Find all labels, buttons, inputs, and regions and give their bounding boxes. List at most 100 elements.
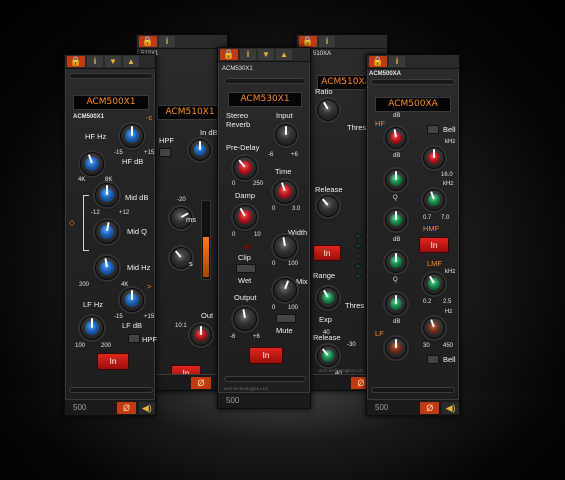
bottom-handle[interactable] [371,387,455,393]
save-icon[interactable]: ▼ [258,49,274,60]
in-button[interactable]: In [249,347,283,364]
hmf-freq-knob[interactable] [423,189,445,211]
preset-display[interactable]: ACM530X1 [228,92,302,107]
bottom-handle[interactable] [69,387,153,393]
width-knob[interactable] [273,235,297,259]
phase-icon[interactable]: Ø [191,376,211,389]
value-25: 2.5 [443,299,452,305]
output-label: Output [234,293,257,302]
gr-led-3 [355,253,361,259]
q-label: Q [393,195,398,201]
info-icon[interactable]: i [319,36,335,47]
lock-icon[interactable]: 🔒 [220,49,238,60]
toolbar: 🔒 i [137,35,227,49]
bell-label-2: Bell [443,355,456,364]
hf-hz-knob[interactable] [80,152,104,176]
mid-db-knob[interactable] [95,183,119,207]
info-icon[interactable]: i [87,56,103,67]
mid-hz-knob[interactable] [95,256,119,280]
mid-db-max: +12 [119,210,130,216]
lock-icon[interactable]: 🔒 [299,36,317,47]
hz-label: Hz [445,309,453,315]
speaker-icon[interactable]: ◀) [138,401,155,414]
input-knob[interactable] [275,124,297,146]
toolbar: 🔒 i ▼ ▲ [218,48,310,62]
output-max: +6 [253,334,260,340]
value-07: 0.7 [423,215,432,221]
speaker-icon[interactable]: ◀) [442,401,459,414]
release-knob[interactable] [317,195,339,217]
preset-display[interactable]: ACM500XA [375,97,451,112]
lf-hz-min: 100 [75,343,86,349]
time-knob[interactable] [273,180,297,204]
preset-display[interactable]: ACM510X1 [157,105,223,120]
output-knob[interactable] [190,324,212,346]
out-label: Out [201,311,214,320]
input-min: -6 [268,152,274,158]
lf-freq-knob[interactable] [423,317,445,339]
lmf-freq-knob[interactable] [423,273,445,295]
lf-bell-switch[interactable] [427,355,439,364]
hpf-switch[interactable] [128,334,140,343]
hmf-gain-knob[interactable] [385,169,407,191]
in-button[interactable]: In [419,237,449,253]
lock-icon[interactable]: 🔒 [139,36,157,47]
damp-max: 10 [254,232,261,238]
toolbar: 🔒 i [367,55,459,69]
hmf-q-knob[interactable] [385,209,407,231]
mid-q-knob[interactable] [95,220,119,244]
lmf-q-knob[interactable] [385,293,407,315]
hf-bell-switch[interactable] [427,125,439,134]
save-icon[interactable]: ▼ [105,56,121,67]
lf-hz-knob[interactable] [80,316,104,340]
release-label: Release [315,185,343,194]
width-max: 100 [288,261,299,267]
hf-freq-knob[interactable] [423,147,445,169]
hf-gain-knob[interactable] [385,127,407,149]
info-icon[interactable]: i [240,49,256,60]
phase-icon[interactable]: Ø [117,401,136,414]
wet-switch[interactable] [236,264,256,273]
hf-db-knob[interactable] [120,124,144,148]
title-line2: Reverb [226,120,251,129]
predelay-knob[interactable] [233,156,257,180]
predelay-max: 250 [253,181,264,187]
damp-min: 0 [232,232,236,238]
input-knob[interactable] [189,139,211,161]
top-handle[interactable] [224,78,306,84]
exp-label: Exp [319,315,332,324]
lock-icon[interactable]: 🔒 [369,56,387,67]
mid-bell-icon: ◇ [69,218,75,227]
damp-knob[interactable] [233,205,257,229]
bottom-handle[interactable] [224,376,306,382]
top-handle[interactable] [69,73,153,79]
mix-knob[interactable] [273,278,297,302]
hpf-switch[interactable] [159,148,171,157]
info-icon[interactable]: i [159,36,175,47]
release2-knob[interactable] [317,345,339,367]
top-handle[interactable] [371,79,455,85]
info-icon[interactable]: i [389,56,405,67]
predelay-min: 0 [232,181,236,187]
output-knob[interactable] [233,307,257,331]
in-button[interactable]: In [313,245,341,261]
output-min: -6 [230,334,236,340]
range-knob[interactable] [317,287,339,309]
lf-gain-knob[interactable] [385,337,407,359]
width-min: 0 [272,261,276,267]
lock-icon[interactable]: 🔒 [67,56,85,67]
mix-label: Mix [296,277,308,286]
mute-switch[interactable] [276,314,296,323]
ratio-knob[interactable] [317,99,339,121]
preset-display[interactable]: ACM500X1 [73,95,149,110]
load-icon[interactable]: ▲ [276,49,292,60]
lf-db-knob[interactable] [120,288,144,312]
model-label: ACM500XA [369,71,402,77]
in-button[interactable]: In [97,353,129,370]
release2-label: Release [313,333,341,342]
phase-icon[interactable]: Ø [420,401,440,414]
lmf-gain-knob[interactable] [385,251,407,273]
rack-number: 500 [375,403,389,412]
load-icon[interactable]: ▲ [123,56,139,67]
wet-label: Wet [238,276,252,285]
